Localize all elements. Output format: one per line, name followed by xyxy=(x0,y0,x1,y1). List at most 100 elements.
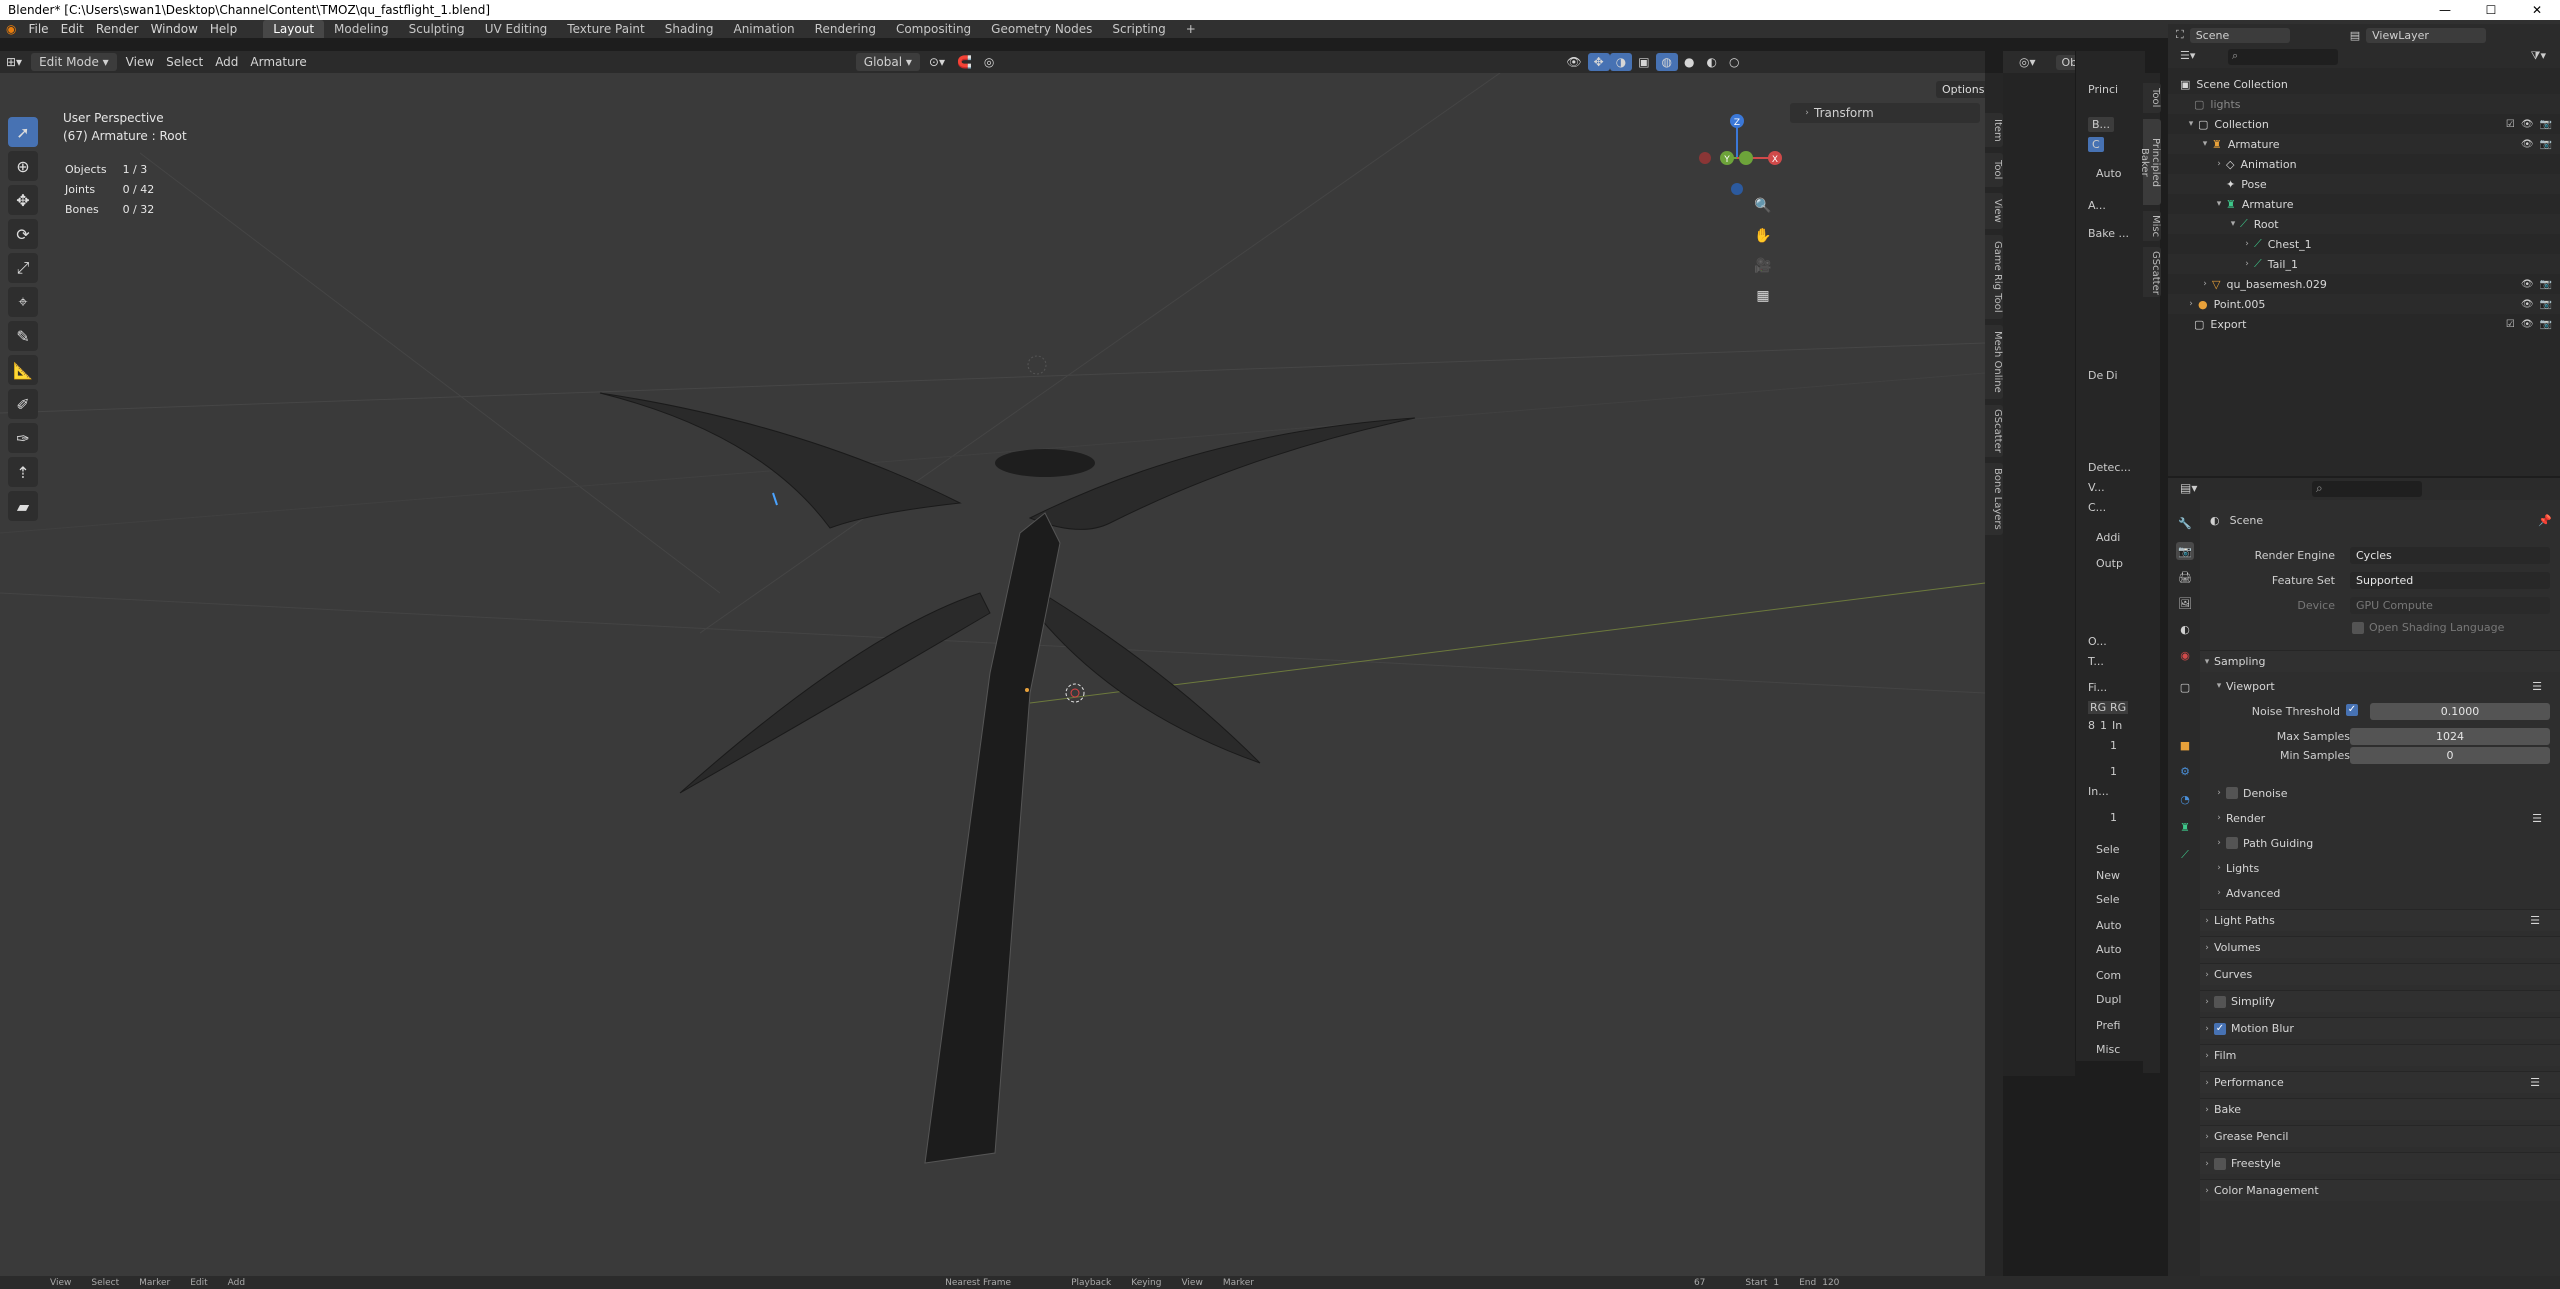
curves-section[interactable]: › Curves xyxy=(2200,963,2560,985)
auto-section-3[interactable]: Auto xyxy=(2096,943,2122,956)
menu-armature[interactable]: Armature xyxy=(244,53,312,71)
outliner-row-export[interactable]: ▢ Export ☑ 👁 📷 xyxy=(2168,314,2560,334)
playback-menu[interactable]: Playback xyxy=(1071,1278,1111,1288)
xray-icon[interactable]: ▣ xyxy=(1632,53,1655,71)
modifier-icon[interactable]: ⚙ xyxy=(2176,762,2194,780)
checkbox-icon[interactable]: ☑ xyxy=(2506,319,2515,330)
sampling-section[interactable]: ▾ Sampling xyxy=(2200,650,2560,672)
additional-section[interactable]: Addi xyxy=(2096,531,2120,544)
new-section[interactable]: New xyxy=(2096,869,2120,882)
options-button[interactable]: Options xyxy=(1936,81,1985,98)
camera-view-icon[interactable]: 🎥 xyxy=(1752,255,1774,277)
detect-c-checkbox[interactable]: C... xyxy=(2088,501,2106,514)
workspace-tab-uv-editing[interactable]: UV Editing xyxy=(475,20,558,38)
workspace-tab-rendering[interactable]: Rendering xyxy=(805,20,886,38)
menu-add[interactable]: Add xyxy=(209,53,244,71)
feature-set-dropdown[interactable]: Supported xyxy=(2350,572,2550,589)
workspace-tab-sculpting[interactable]: Sculpting xyxy=(399,20,475,38)
pivot-icon[interactable]: ⊙▾ xyxy=(923,53,951,71)
shading-rendered-icon[interactable]: ○ xyxy=(1723,53,1745,71)
properties-search-input[interactable] xyxy=(2312,481,2422,497)
tab-item[interactable]: Item xyxy=(1985,113,2003,147)
auto-section-2[interactable]: Auto xyxy=(2096,919,2122,932)
in-checkbox[interactable]: In... xyxy=(2088,785,2109,798)
di-button[interactable]: Di xyxy=(2106,369,2118,382)
denoise-subsection[interactable]: › Denoise xyxy=(2212,782,2552,804)
blender-logo-icon[interactable]: ◉ xyxy=(0,22,22,36)
output-section[interactable]: Outp xyxy=(2096,557,2123,570)
outliner-row-point[interactable]: › ● Point.005 👁 📷 xyxy=(2168,294,2560,314)
outliner-row-tail[interactable]: › ⟋ Tail_1 xyxy=(2168,254,2560,274)
shading-wireframe-icon[interactable]: ◍ xyxy=(1655,53,1679,71)
menu-view[interactable]: View xyxy=(120,53,160,71)
performance-section[interactable]: › Performance ☰ xyxy=(2200,1071,2560,1093)
workspace-tab-geometry-nodes[interactable]: Geometry Nodes xyxy=(981,20,1102,38)
value-field-1[interactable]: 1 xyxy=(2110,739,2117,752)
proportional-edit-icon[interactable]: ◎ xyxy=(978,53,1000,71)
tab-misc[interactable]: Misc xyxy=(2143,211,2161,241)
lights-subsection[interactable]: › Lights xyxy=(2212,857,2552,879)
render-properties-icon[interactable]: 📷 xyxy=(2176,542,2194,560)
value-field-2[interactable]: 1 xyxy=(2110,765,2117,778)
scene-name-field[interactable]: Scene xyxy=(2189,27,2290,43)
light-paths-section[interactable]: › Light Paths ☰ xyxy=(2200,909,2560,931)
outliner-row-armature[interactable]: ▾ ♜ Armature 👁 📷 xyxy=(2168,134,2560,154)
outliner-row-scene-collection[interactable]: ▣ Scene Collection xyxy=(2168,74,2560,94)
tab-gscatter-2[interactable]: GScatter xyxy=(2143,247,2161,297)
bone-size-tool[interactable]: ✐ xyxy=(8,389,38,419)
render-subsection[interactable]: › Render ☰ xyxy=(2212,807,2552,829)
workspace-tab-texture-paint[interactable]: Texture Paint xyxy=(557,20,654,38)
menu-select[interactable]: Select xyxy=(160,53,209,71)
menu-window[interactable]: Window xyxy=(145,22,204,36)
list-icon[interactable]: ☰ xyxy=(2530,1076,2540,1089)
checkbox-icon[interactable]: ☑ xyxy=(2506,119,2515,130)
scale-tool[interactable]: ⤢ xyxy=(8,253,38,283)
extrude-tool[interactable]: ⇡ xyxy=(8,457,38,487)
detect-v-checkbox[interactable]: V... xyxy=(2088,481,2105,494)
outliner-row-armature-data[interactable]: ▾ ♜ Armature xyxy=(2168,194,2560,214)
maximize-button[interactable]: ☐ xyxy=(2468,0,2514,20)
object-data-icon[interactable]: ♜ xyxy=(2176,818,2194,836)
timeline-menu-view[interactable]: View xyxy=(50,1278,71,1288)
outliner-row-collection[interactable]: ▾ ▢ Collection ☑ 👁 📷 xyxy=(2168,114,2560,134)
workspace-tab-scripting[interactable]: Scripting xyxy=(1102,20,1175,38)
film-section[interactable]: › Film xyxy=(2200,1044,2560,1066)
rg-button-2[interactable]: RG xyxy=(2108,701,2129,714)
outliner-row-basemesh[interactable]: › ▽ qu_basemesh.029 👁 📷 xyxy=(2168,274,2560,294)
eye-icon[interactable]: 👁 xyxy=(2521,299,2534,310)
current-frame-field[interactable]: 67 xyxy=(1694,1278,1705,1288)
bit-value-1[interactable]: 1 xyxy=(2100,719,2107,732)
bone-envelope-tool[interactable]: ✑ xyxy=(8,423,38,453)
snap-mode-dropdown[interactable]: Nearest Frame xyxy=(945,1278,1011,1288)
menu-file[interactable]: File xyxy=(22,22,54,36)
annotate-tool[interactable]: ✎ xyxy=(8,321,38,351)
zoom-icon[interactable]: 🔍 xyxy=(1752,195,1774,217)
output-o-checkbox[interactable]: O... xyxy=(2088,635,2107,648)
cursor-tool[interactable]: ⊕ xyxy=(8,151,38,181)
output-t-checkbox[interactable]: T... xyxy=(2088,655,2104,668)
path-guiding-subsection[interactable]: › Path Guiding xyxy=(2212,832,2552,854)
transform-panel[interactable]: › Transform xyxy=(1790,103,1980,123)
object-properties-icon[interactable]: ■ xyxy=(2176,736,2194,754)
shading-material-icon[interactable]: ◐ xyxy=(1701,53,1723,71)
workspace-tab-layout[interactable]: Layout xyxy=(263,20,325,38)
min-samples-field[interactable]: 0 xyxy=(2350,747,2550,764)
duplicate-section[interactable]: Dupl xyxy=(2096,993,2121,1006)
noise-threshold-checkbox[interactable]: ✓ xyxy=(2346,704,2358,716)
roll-tool[interactable]: ▰ xyxy=(8,491,38,521)
max-samples-field[interactable]: 1024 xyxy=(2350,728,2550,745)
timeline-view-menu[interactable]: View xyxy=(1181,1278,1202,1288)
keying-menu[interactable]: Keying xyxy=(1131,1278,1161,1288)
transform-tool[interactable]: ⌖ xyxy=(8,287,38,317)
timeline-menu-add[interactable]: Add xyxy=(228,1278,245,1288)
menu-edit[interactable]: Edit xyxy=(55,22,90,36)
minimize-button[interactable]: — xyxy=(2422,0,2468,20)
editor-type-icon-2[interactable]: ◎▾ xyxy=(2019,55,2036,69)
bake-section[interactable]: › Bake xyxy=(2200,1098,2560,1120)
camera-icon[interactable]: 📷 xyxy=(2540,299,2552,310)
eye-icon[interactable]: 👁 xyxy=(2521,279,2534,290)
timeline-marker-menu[interactable]: Marker xyxy=(1223,1278,1254,1288)
outliner-row-pose[interactable]: ✦ Pose xyxy=(2168,174,2560,194)
outliner-row-lights[interactable]: ▢ lights xyxy=(2168,94,2560,114)
motion-blur-section[interactable]: › ✓ Motion Blur xyxy=(2200,1017,2560,1039)
